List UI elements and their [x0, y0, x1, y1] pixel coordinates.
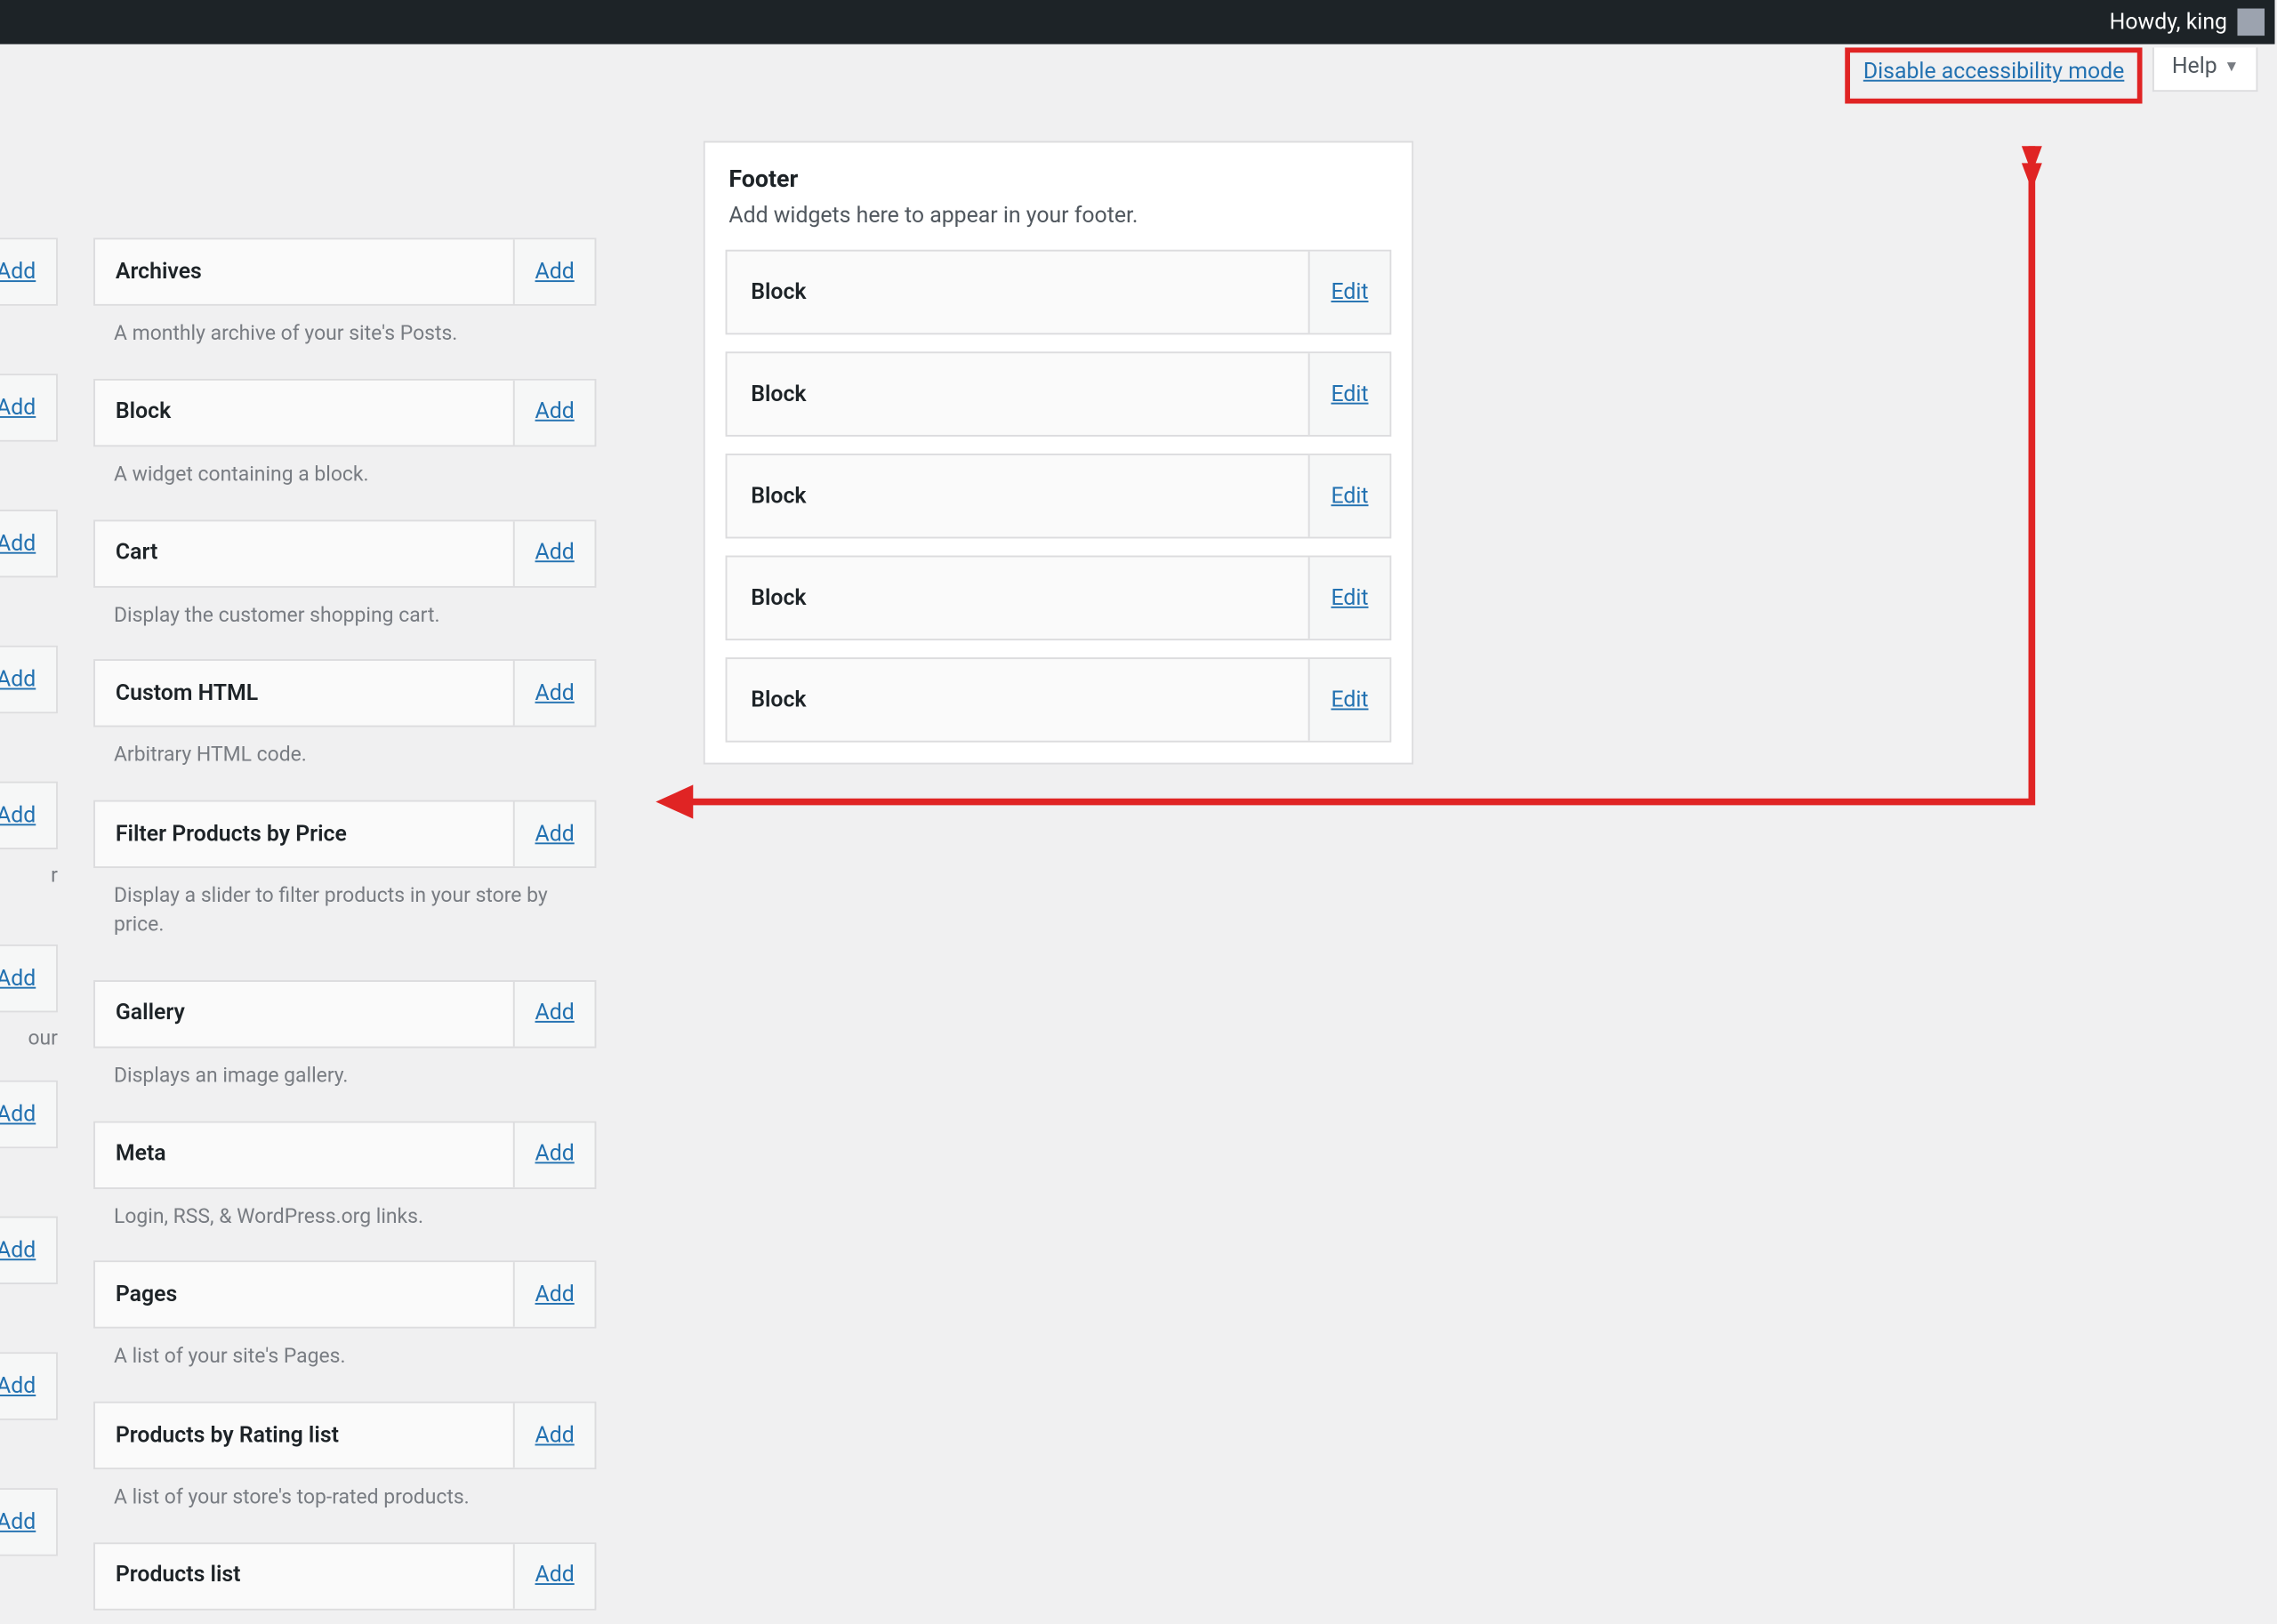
widget-item: MetaAdd — [93, 1121, 596, 1188]
footer-block-title: Block — [727, 557, 1307, 639]
widget-desc-fragment — [0, 1420, 58, 1488]
widget-item: Add — [0, 237, 58, 305]
widget-desc: A list of your site's Pages. — [93, 1329, 596, 1402]
add-button[interactable]: Add — [0, 784, 56, 848]
disable-accessibility-link[interactable]: Disable accessibility mode — [1863, 60, 2125, 85]
widget-item: Add — [0, 1352, 58, 1419]
add-button[interactable]: Add — [0, 946, 56, 1011]
add-button[interactable]: Add — [0, 239, 56, 304]
widget-item: CartAdd — [93, 519, 596, 587]
edit-button[interactable]: Edit — [1308, 659, 1390, 741]
howdy-text[interactable]: Howdy, king — [2110, 10, 2227, 36]
add-button[interactable]: Add — [0, 1490, 56, 1555]
add-button[interactable]: Add — [513, 1263, 595, 1328]
add-button[interactable]: Add — [0, 511, 56, 576]
edit-button[interactable]: Edit — [1308, 252, 1390, 334]
widget-item: Add — [0, 646, 58, 713]
widget-item: Custom HTMLAdd — [93, 660, 596, 728]
add-button[interactable]: Add — [513, 1122, 595, 1187]
widget-item: Add — [0, 945, 58, 1012]
footer-block: BlockEdit — [726, 351, 1392, 437]
add-button[interactable]: Add — [0, 1218, 56, 1282]
widget-desc-fragment: r — [0, 849, 58, 945]
widget-title: Filter Products by Price — [95, 802, 513, 867]
widget-item: Add — [0, 1081, 58, 1148]
widget-item: Filter Products by PriceAdd — [93, 800, 596, 868]
widget-desc: A list of your store's top-rated product… — [93, 1469, 596, 1542]
edit-button[interactable]: Edit — [1308, 455, 1390, 537]
edit-button[interactable]: Edit — [1308, 557, 1390, 639]
widget-item: GalleryAdd — [93, 980, 596, 1048]
widget-item: Products listAdd — [93, 1542, 596, 1610]
help-tab-label: Help — [2172, 54, 2217, 80]
widget-title: Products by Rating list — [95, 1403, 513, 1468]
footer-block-title: Block — [727, 353, 1307, 435]
add-button[interactable]: Add — [0, 1354, 56, 1419]
footer-panel-title: Footer — [728, 166, 1391, 194]
footer-block: BlockEdit — [726, 556, 1392, 641]
edit-button[interactable]: Edit — [1308, 353, 1390, 435]
widget-desc: Display the customer shopping cart. — [93, 587, 596, 660]
add-button[interactable]: Add — [513, 521, 595, 586]
widget-item: BlockAdd — [93, 379, 596, 446]
widget-desc: A widget containing a block. — [93, 446, 596, 519]
widget-title: Block — [95, 380, 513, 445]
widget-desc-fragment — [0, 713, 58, 781]
add-button[interactable]: Add — [0, 647, 56, 712]
footer-widget-area: Footer Add widgets here to appear in you… — [704, 141, 1413, 765]
widget-desc: Arbitrary HTML code. — [93, 728, 596, 800]
widget-desc-fragment — [0, 1148, 58, 1216]
widget-desc-fragment — [0, 442, 58, 510]
widget-item: Add — [0, 1217, 58, 1284]
widget-title: Cart — [95, 521, 513, 586]
widget-item: Add — [0, 374, 58, 441]
widget-desc-fragment: our — [0, 1012, 58, 1080]
widget-item: Products by Rating listAdd — [93, 1402, 596, 1469]
widget-item: Add — [0, 1488, 58, 1556]
add-button[interactable]: Add — [513, 380, 595, 445]
admin-bar: Howdy, king — [0, 0, 2274, 44]
add-button[interactable]: Add — [513, 802, 595, 867]
widget-title: Pages — [95, 1263, 513, 1328]
widget-desc: Displays an image gallery. — [93, 1048, 596, 1121]
widget-desc-fragment — [0, 577, 58, 645]
add-button[interactable]: Add — [513, 239, 595, 304]
widget-title: Custom HTML — [95, 662, 513, 727]
widget-item: ArchivesAdd — [93, 237, 596, 305]
add-button[interactable]: Add — [0, 1082, 56, 1147]
widget-desc: Login, RSS, & WordPress.org links. — [93, 1188, 596, 1261]
widget-item: Add — [0, 510, 58, 577]
footer-block-title: Block — [727, 659, 1307, 741]
add-button[interactable]: Add — [0, 375, 56, 440]
chevron-down-icon: ▼ — [2224, 58, 2239, 76]
widget-desc-fragment — [0, 1284, 58, 1352]
widget-desc: Display a slider to filter products in y… — [93, 868, 596, 979]
screen-meta: Disable accessibility mode Help ▼ — [1845, 47, 2258, 103]
footer-panel-desc: Add widgets here to appear in your foote… — [728, 204, 1391, 229]
accessibility-mode-highlight: Disable accessibility mode — [1845, 47, 2144, 103]
widget-item: Add — [0, 782, 58, 849]
footer-block-title: Block — [727, 252, 1307, 334]
avatar[interactable] — [2237, 9, 2265, 36]
widget-desc: A monthly archive of your site's Posts. — [93, 306, 596, 379]
widget-desc-fragment — [0, 306, 58, 374]
add-button[interactable]: Add — [513, 1403, 595, 1468]
widget-desc-fragment — [0, 1556, 58, 1624]
widget-title: Meta — [95, 1122, 513, 1187]
widget-title: Archives — [95, 239, 513, 304]
help-tab[interactable]: Help ▼ — [2153, 47, 2258, 92]
footer-block-title: Block — [727, 455, 1307, 537]
add-button[interactable]: Add — [513, 662, 595, 727]
widget-item: PagesAdd — [93, 1261, 596, 1329]
widget-title: Products list — [95, 1544, 513, 1609]
add-button[interactable]: Add — [513, 982, 595, 1047]
widget-title: Gallery — [95, 982, 513, 1047]
footer-block: BlockEdit — [726, 454, 1392, 538]
add-button[interactable]: Add — [513, 1544, 595, 1609]
footer-block: BlockEdit — [726, 657, 1392, 743]
footer-block: BlockEdit — [726, 250, 1392, 335]
